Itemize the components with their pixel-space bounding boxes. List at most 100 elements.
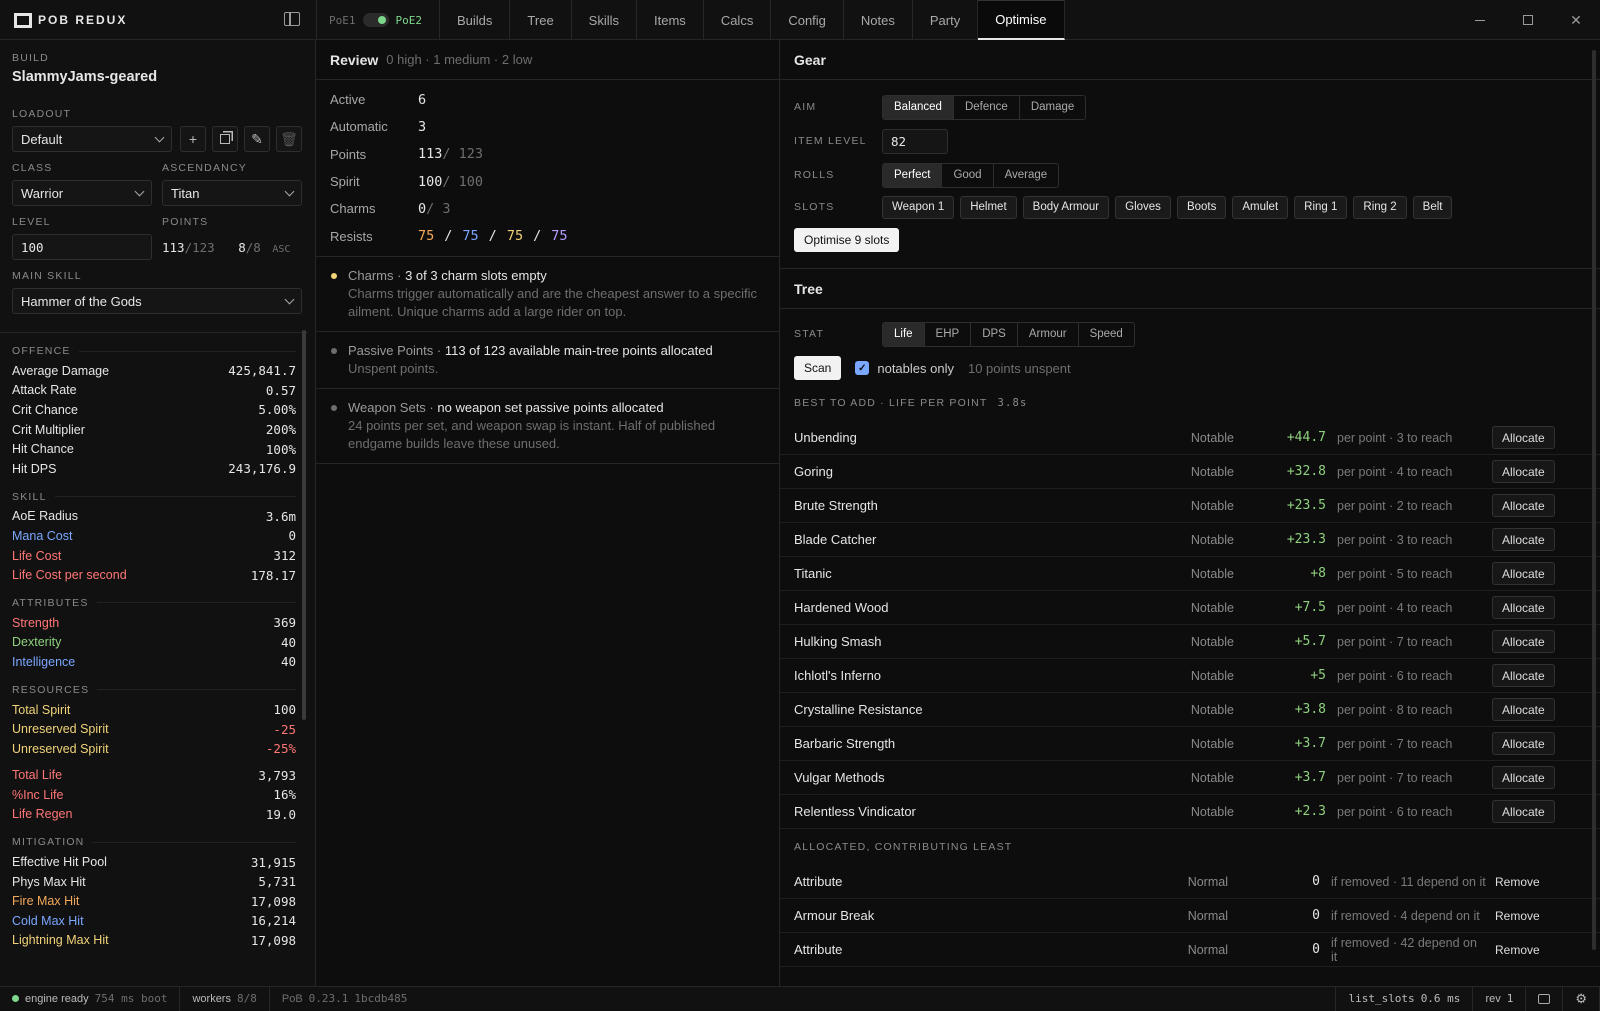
- scan-button[interactable]: Scan: [794, 356, 842, 380]
- add-loadout-button[interactable]: +: [180, 126, 206, 152]
- stats-section-resources: RESOURCES Total Spirit 100 Unreserved Spiri…: [0, 684, 308, 825]
- slot-chip[interactable]: Amulet: [1232, 195, 1289, 219]
- allocate-button[interactable]: Allocate: [1492, 426, 1555, 449]
- tab-notes[interactable]: Notes: [844, 0, 913, 40]
- stat-row: Unreserved Spirit -25: [12, 719, 296, 739]
- tab-tree[interactable]: Tree: [510, 0, 572, 40]
- tab-optimise[interactable]: Optimise: [978, 0, 1065, 40]
- stat-option-armour[interactable]: Armour: [1018, 322, 1079, 346]
- tab-calcs[interactable]: Calcs: [704, 0, 772, 40]
- allocate-button[interactable]: Allocate: [1492, 562, 1555, 585]
- main-skill-label: MAIN SKILL: [12, 270, 82, 282]
- stats-list[interactable]: OFFENCE Average Damage 425,841.7 Attack Rat…: [0, 332, 308, 986]
- issue-heading: Passive Points · 113 of 123 available ma…: [348, 342, 713, 358]
- maximize-button[interactable]: [1504, 0, 1552, 40]
- slot-chip[interactable]: Belt: [1412, 195, 1453, 219]
- stat-option-speed[interactable]: Speed: [1079, 323, 1134, 346]
- pob-label: PoB: [281, 992, 303, 1005]
- game-version-toggle[interactable]: PoE1 PoE2: [316, 0, 440, 40]
- review-issue[interactable]: Charms · 3 of 3 charm slots empty Charms …: [316, 255, 779, 331]
- stat-label: STAT: [794, 328, 825, 340]
- node-detail: per point · 7 to reach: [1337, 770, 1453, 785]
- allocate-button[interactable]: Allocate: [1492, 596, 1555, 619]
- ascendancy-label: ASCENDANCY: [162, 162, 247, 174]
- class-select[interactable]: Warrior: [12, 180, 152, 206]
- loadout-select[interactable]: Default: [12, 126, 172, 152]
- notables-checkbox[interactable]: ✓: [855, 361, 870, 375]
- aim-option-defence[interactable]: Defence: [954, 95, 1020, 119]
- stat-option-life[interactable]: Life: [883, 322, 925, 346]
- slot-chip[interactable]: Boots: [1176, 195, 1227, 219]
- slot-chip[interactable]: Ring 2: [1353, 195, 1407, 219]
- node-row: Barbaric Strength Notable +3.7 per point · …: [780, 727, 1600, 761]
- minimize-button[interactable]: [1456, 0, 1504, 40]
- allocate-button[interactable]: Allocate: [1492, 698, 1555, 721]
- aim-option-damage[interactable]: Damage: [1020, 96, 1085, 119]
- allocate-button[interactable]: Allocate: [1492, 664, 1555, 687]
- node-row: Unbending Notable +44.7 per point · 3 to re…: [780, 421, 1600, 455]
- stat-row: Total Life 3,793: [12, 766, 296, 786]
- main-skill-select[interactable]: Hammer of the Gods: [12, 288, 302, 314]
- slot-chip[interactable]: Weapon 1: [882, 195, 955, 219]
- stat-name: Hit DPS: [12, 461, 57, 476]
- tab-builds[interactable]: Builds: [440, 0, 511, 40]
- review-value: 113/ 123: [418, 146, 483, 162]
- rev-value: 1: [1506, 992, 1514, 1005]
- rolls-option-perfect[interactable]: Perfect: [883, 163, 943, 187]
- level-input[interactable]: 100: [12, 234, 152, 260]
- review-key: Automatic: [330, 119, 388, 135]
- stat-value: 200%: [265, 422, 296, 438]
- aim-option-balanced[interactable]: Balanced: [883, 95, 954, 119]
- node-gain: 0: [1312, 908, 1320, 923]
- slot-chip[interactable]: Gloves: [1115, 195, 1171, 219]
- tab-skills[interactable]: Skills: [572, 0, 638, 40]
- allocate-button[interactable]: Allocate: [1492, 800, 1555, 823]
- tab-party[interactable]: Party: [913, 0, 979, 40]
- minimize-icon: [1475, 19, 1485, 21]
- remove-button[interactable]: Remove: [1486, 904, 1549, 927]
- remove-button[interactable]: Remove: [1486, 870, 1549, 893]
- tab-items[interactable]: Items: [637, 0, 704, 40]
- allocate-button[interactable]: Allocate: [1492, 494, 1555, 517]
- review-issue[interactable]: Passive Points · 113 of 123 available ma…: [316, 330, 779, 388]
- resist-separator: /: [444, 228, 453, 245]
- item-level-input[interactable]: 82: [882, 128, 948, 154]
- allocate-button[interactable]: Allocate: [1492, 528, 1555, 551]
- stat-option-ehp[interactable]: EHP: [925, 322, 972, 346]
- sidebar-toggle-icon[interactable]: [284, 12, 300, 26]
- stat-value: -25: [273, 721, 296, 737]
- chat-button[interactable]: [1526, 986, 1564, 1011]
- copy-loadout-button[interactable]: [212, 126, 238, 152]
- slot-chip[interactable]: Helmet: [960, 195, 1017, 219]
- stat-name: Lightning Max Hit: [12, 933, 109, 948]
- slot-chip[interactable]: Ring 1: [1294, 195, 1348, 219]
- issue-category: Weapon Sets: [348, 399, 426, 415]
- optimise-slots-button[interactable]: Optimise 9 slots: [794, 228, 900, 252]
- game-toggle-switch[interactable]: [362, 13, 389, 27]
- allocate-button[interactable]: Allocate: [1492, 460, 1555, 483]
- points-used: 113: [162, 240, 185, 255]
- delete-loadout-button[interactable]: 🗑: [276, 126, 302, 152]
- rolls-option-average[interactable]: Average: [994, 164, 1059, 187]
- rolls-option-good[interactable]: Good: [942, 163, 994, 187]
- review-row: Spirit 100/ 100: [316, 168, 779, 195]
- remove-button[interactable]: Remove: [1486, 938, 1549, 961]
- tab-config[interactable]: Config: [771, 0, 844, 40]
- last-call: list_slots: [1348, 992, 1415, 1005]
- allocate-button[interactable]: Allocate: [1492, 766, 1555, 789]
- stats-scrollbar[interactable]: [302, 330, 306, 720]
- chevron-down-icon: [284, 186, 295, 196]
- close-button[interactable]: ✕: [1552, 0, 1600, 40]
- app-logo: POB REDUX: [14, 0, 127, 40]
- ascendancy-select[interactable]: Titan: [162, 180, 302, 206]
- rename-loadout-button[interactable]: ✎: [244, 126, 270, 152]
- stat-option-dps[interactable]: DPS: [971, 322, 1018, 346]
- main-scrollbar[interactable]: [1592, 50, 1596, 950]
- settings-button[interactable]: ⚙: [1563, 986, 1600, 1011]
- allocate-button[interactable]: Allocate: [1492, 732, 1555, 755]
- window-controls: ✕: [1456, 0, 1600, 40]
- review-issue[interactable]: Weapon Sets · no weapon set passive poin…: [316, 387, 779, 464]
- slot-chip[interactable]: Body Armour: [1022, 195, 1110, 219]
- allocate-button[interactable]: Allocate: [1492, 630, 1555, 653]
- logo-icon: [14, 13, 32, 28]
